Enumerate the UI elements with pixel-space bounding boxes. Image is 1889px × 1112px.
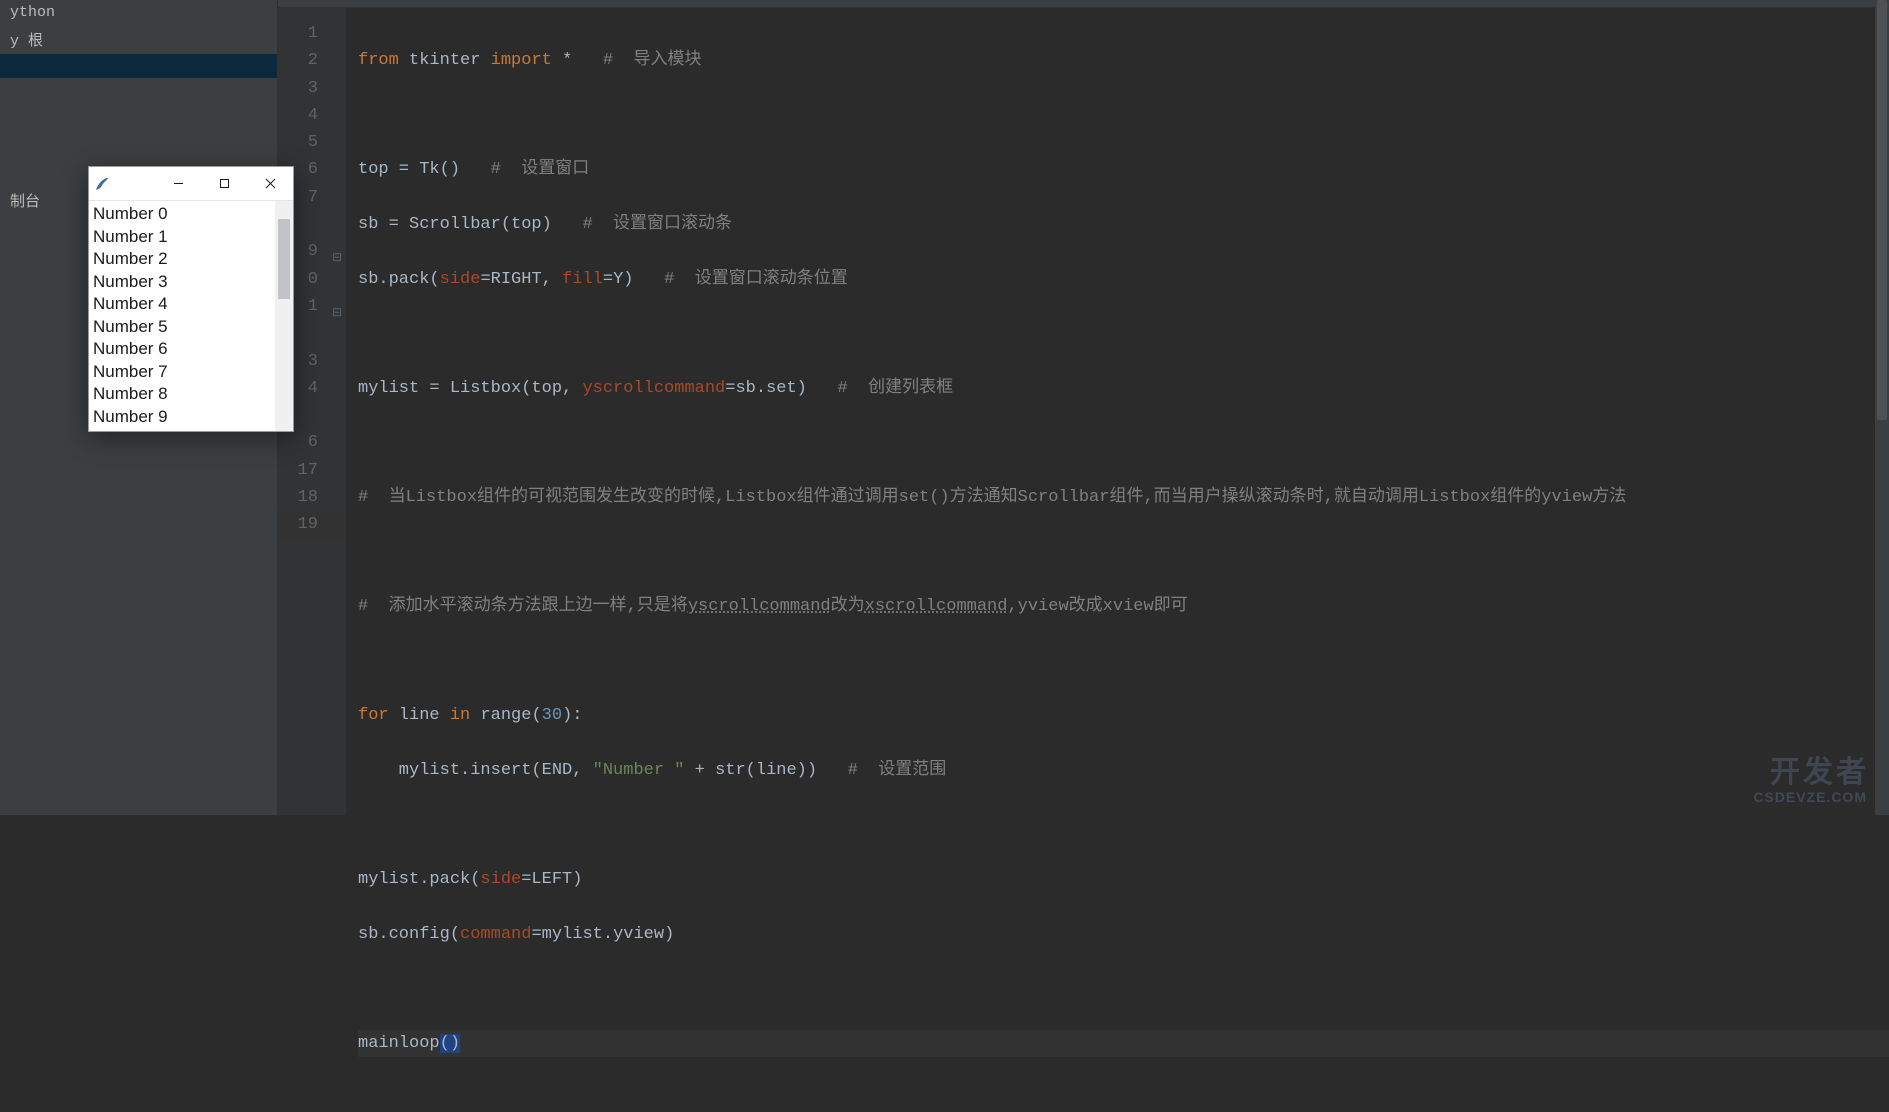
- sidebar-item[interactable]: y 根: [0, 25, 277, 54]
- line-number: 1: [278, 20, 346, 47]
- list-item[interactable]: Number 0: [89, 203, 275, 226]
- line-number: 18: [278, 484, 346, 511]
- line-number: 17: [278, 457, 346, 484]
- line-number: 6: [278, 429, 346, 456]
- list-item[interactable]: Number 3: [89, 271, 275, 294]
- line-number: 3: [278, 75, 346, 102]
- tk-scrollbar-thumb[interactable]: [278, 219, 290, 299]
- tk-listbox[interactable]: Number 0 Number 1 Number 2 Number 3 Numb…: [89, 201, 275, 431]
- list-item[interactable]: Number 5: [89, 316, 275, 339]
- line-number: 19: [278, 511, 346, 538]
- editor: 1 2 3 4 5 6 7 ⊟9 0 ⊟1 3 4 6 17 18 19 fro…: [278, 0, 1889, 815]
- sidebar-item[interactable]: ython: [0, 0, 277, 25]
- tk-window: Number 0 Number 1 Number 2 Number 3 Numb…: [88, 166, 294, 432]
- list-item[interactable]: Number 8: [89, 383, 275, 406]
- list-item[interactable]: Number 4: [89, 293, 275, 316]
- line-number: 2: [278, 47, 346, 74]
- list-item[interactable]: Number 6: [89, 338, 275, 361]
- watermark-small: CSDEVZE.COM: [1753, 789, 1867, 805]
- editor-tab-strip: [278, 0, 1889, 8]
- code-area[interactable]: from tkinter import * # 导入模块 top = Tk() …: [346, 8, 1889, 815]
- list-item[interactable]: Number 7: [89, 361, 275, 384]
- tk-scrollbar[interactable]: [275, 201, 293, 431]
- editor-scrollbar[interactable]: [1875, 0, 1889, 815]
- scrollbar-thumb[interactable]: [1877, 0, 1887, 420]
- sidebar-item-selected[interactable]: [0, 54, 277, 78]
- list-item[interactable]: Number 9: [89, 406, 275, 429]
- tk-feather-icon: [89, 176, 115, 192]
- list-item[interactable]: Number 2: [89, 248, 275, 271]
- list-item[interactable]: Number 1: [89, 226, 275, 249]
- minimize-button[interactable]: [155, 167, 201, 201]
- line-number: 4: [278, 102, 346, 129]
- watermark-big: 开发者: [1770, 747, 1869, 791]
- line-number: 5: [278, 129, 346, 156]
- tk-titlebar[interactable]: [89, 167, 293, 201]
- maximize-button[interactable]: [201, 167, 247, 201]
- close-button[interactable]: [247, 167, 293, 201]
